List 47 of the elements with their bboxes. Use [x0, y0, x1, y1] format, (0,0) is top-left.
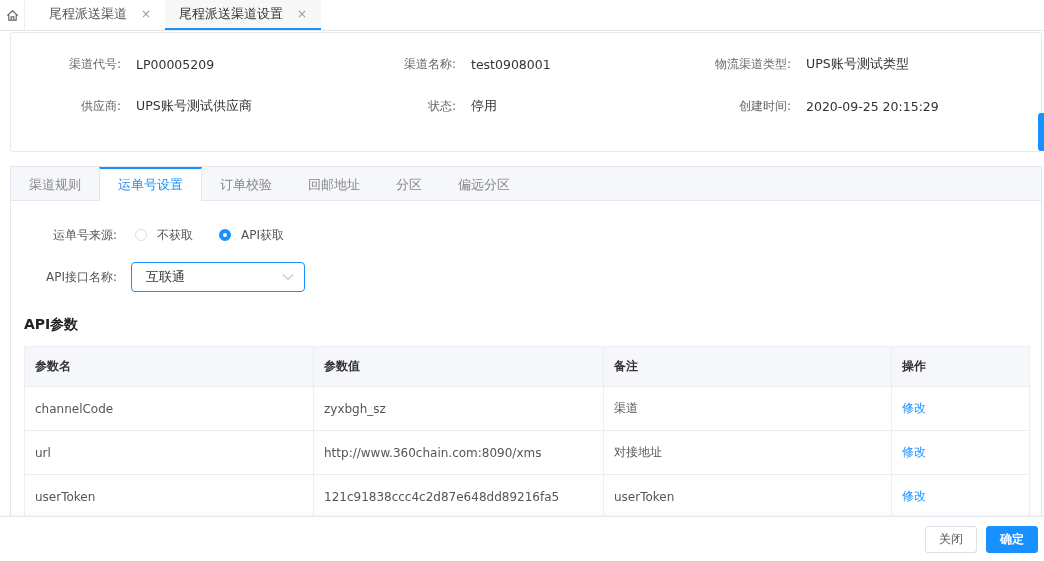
- table-cell: channelCode: [25, 387, 314, 430]
- column-header: 操作: [901, 358, 927, 375]
- field-value: test0908001: [471, 56, 551, 72]
- field-label: 物流渠道类型:: [713, 55, 791, 73]
- edit-link[interactable]: 修改: [902, 444, 926, 461]
- table-cell: http://www.360chain.com:8090/xms: [314, 431, 604, 474]
- detail-tab[interactable]: 分区: [378, 167, 440, 201]
- field-label: 供应商:: [79, 97, 121, 115]
- page-tab[interactable]: 尾程派送渠道 ×: [35, 0, 166, 30]
- detail-tab[interactable]: 偏远分区: [440, 167, 528, 201]
- table-cell: 渠道: [604, 387, 892, 430]
- page-tab[interactable]: 尾程派送渠道设置 ×: [165, 0, 322, 30]
- radio-option[interactable]: API获取: [219, 226, 284, 244]
- edit-link[interactable]: 修改: [902, 488, 926, 505]
- field-value: LP00005209: [136, 56, 215, 72]
- confirm-button[interactable]: 确定: [986, 525, 1038, 553]
- field-value: UPS账号测试供应商: [136, 97, 252, 115]
- table-cell: 对接地址: [604, 431, 892, 474]
- field-label: API接口名称:: [44, 268, 117, 286]
- field-value: 停用: [471, 97, 497, 115]
- field-value: UPS账号测试类型: [806, 55, 909, 73]
- field-label: 状态:: [426, 97, 456, 115]
- field-label: 运单号来源:: [51, 226, 117, 244]
- section-title: API参数: [24, 316, 80, 334]
- field-label: 创建时间:: [737, 97, 791, 115]
- field-label: 渠道名称:: [402, 55, 456, 73]
- detail-tab[interactable]: 渠道规则: [11, 167, 99, 201]
- chevron-down-icon: [282, 273, 294, 281]
- column-header: 参数名: [25, 347, 314, 386]
- scrollbar-thumb[interactable]: [1038, 113, 1044, 151]
- detail-tab[interactable]: 订单校验: [202, 167, 290, 201]
- close-icon[interactable]: ×: [297, 7, 308, 21]
- close-icon[interactable]: ×: [141, 7, 152, 21]
- column-header: 参数值: [314, 347, 604, 386]
- home-icon: [5, 8, 19, 22]
- edit-link[interactable]: 修改: [902, 400, 926, 417]
- detail-tab[interactable]: 回邮地址: [290, 167, 378, 201]
- radio-option[interactable]: 不获取: [135, 226, 193, 244]
- column-header: 备注: [604, 347, 892, 386]
- field-value: 2020-09-25 20:15:29: [806, 98, 939, 114]
- table-cell: zyxbgh_sz: [314, 387, 604, 430]
- table-cell: url: [25, 431, 314, 474]
- field-label: 渠道代号:: [67, 55, 121, 73]
- detail-tab[interactable]: 运单号设置: [99, 167, 202, 201]
- radio-icon[interactable]: [219, 229, 231, 241]
- api-select[interactable]: 互联通: [131, 262, 305, 292]
- close-button[interactable]: 关闭: [925, 525, 977, 553]
